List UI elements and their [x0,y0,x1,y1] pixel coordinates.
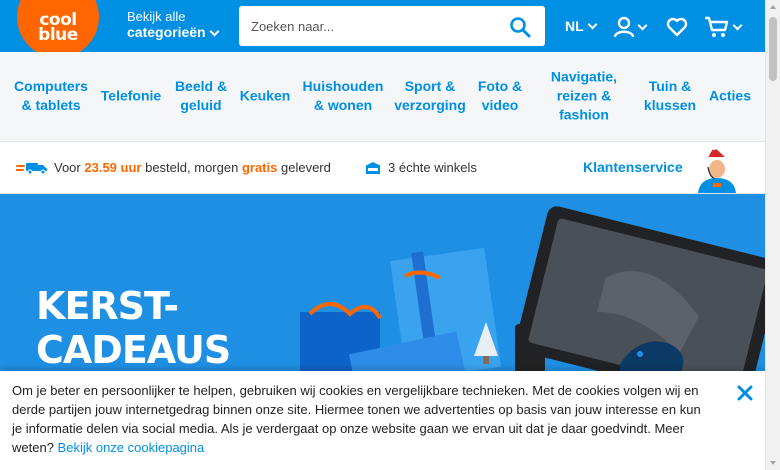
cookie-text-block: Om je beter en persoonlijker te helpen, … [12,381,712,457]
hero-banner[interactable]: KERST- CADEAUS. [0,194,765,374]
delivery-free: gratis [241,160,278,175]
hero-title-line-2-wrap: CADEAUS. [36,328,231,374]
nav-item-acties[interactable]: Acties [709,87,751,106]
scroll-up-arrow-icon[interactable] [770,5,776,9]
chevron-down-icon [637,20,648,31]
usp-bar: Voor 23.59 uur besteld, morgen gratis ge… [0,142,765,194]
coolblue-logo[interactable]: cool blue [17,0,99,58]
categories-small-label: Bekijk alle [127,9,186,24]
heart-icon [666,17,688,37]
language-label: NL [565,18,584,34]
stores-text: 3 échte winkels [388,160,477,175]
close-icon[interactable] [737,385,753,401]
customer-service-avatar[interactable] [690,145,750,193]
nav-item-tuin[interactable]: Tuin & klussen [644,77,696,115]
wishlist-button[interactable] [666,14,688,40]
categories-big-label-wrap: categorieën [127,24,220,41]
top-header: cool blue Bekijk alle categorieën NL [0,0,765,58]
account-button[interactable] [613,14,648,40]
delivery-text: Voor 23.59 uur besteld, morgen gratis ge… [54,160,331,175]
cookie-page-link[interactable]: Bekijk onze cookiepagina [58,440,205,455]
cookie-banner: Om je beter en persoonlijker te helpen, … [0,371,765,470]
delivery-mid: besteld, morgen [145,160,239,175]
scrollbar-thumb[interactable] [769,17,777,81]
nav-item-huishouden[interactable]: Huishouden & wonen [303,77,384,115]
hero-title-line-1: KERST- [36,284,179,328]
delivery-truck-icon [16,162,47,174]
categories-big-label: categorieën [127,24,206,40]
delivery-time: 23.59 uur [84,160,142,175]
all-categories-button[interactable]: Bekijk alle categorieën [127,9,220,41]
delivery-prefix: Voor [54,160,81,175]
cart-icon [705,16,729,37]
stores-usp[interactable]: 3 échte winkels [364,160,477,175]
nav-item-keuken[interactable]: Keuken [240,87,291,106]
chevron-down-icon [732,20,743,31]
search-input[interactable] [239,18,489,34]
nav-item-beeld-geluid[interactable]: Beeld & geluid [175,77,227,115]
nav-item-computers[interactable]: Computers & tablets [14,77,88,115]
user-icon [613,16,635,38]
hero-title-line-2: CADEAUS [36,328,231,372]
logo-line-2: blue [38,25,78,45]
category-nav: Computers & tablets Telefonie Beeld & ge… [0,52,765,142]
chevron-down-icon [587,19,598,30]
delivery-suffix: geleverd [280,160,331,175]
store-icon [365,161,381,174]
cart-button[interactable] [704,14,743,40]
page-scrollbar[interactable] [765,0,780,470]
search-bar [239,6,545,46]
hero-title: KERST- CADEAUS. [36,284,231,374]
nav-item-navigatie[interactable]: Navigatie, reizen & fashion [551,68,617,125]
customer-service-link[interactable]: Klantenservice [583,159,683,175]
delivery-usp: Voor 23.59 uur besteld, morgen gratis ge… [16,160,331,175]
nav-item-foto-video[interactable]: Foto & video [478,77,522,115]
scroll-down-arrow-icon[interactable] [770,461,776,465]
language-selector[interactable]: NL [565,18,598,34]
search-icon[interactable] [509,16,531,38]
chevron-down-icon [209,26,220,36]
nav-item-telefonie[interactable]: Telefonie [101,87,161,106]
nav-item-sport[interactable]: Sport & verzorging [394,77,466,115]
